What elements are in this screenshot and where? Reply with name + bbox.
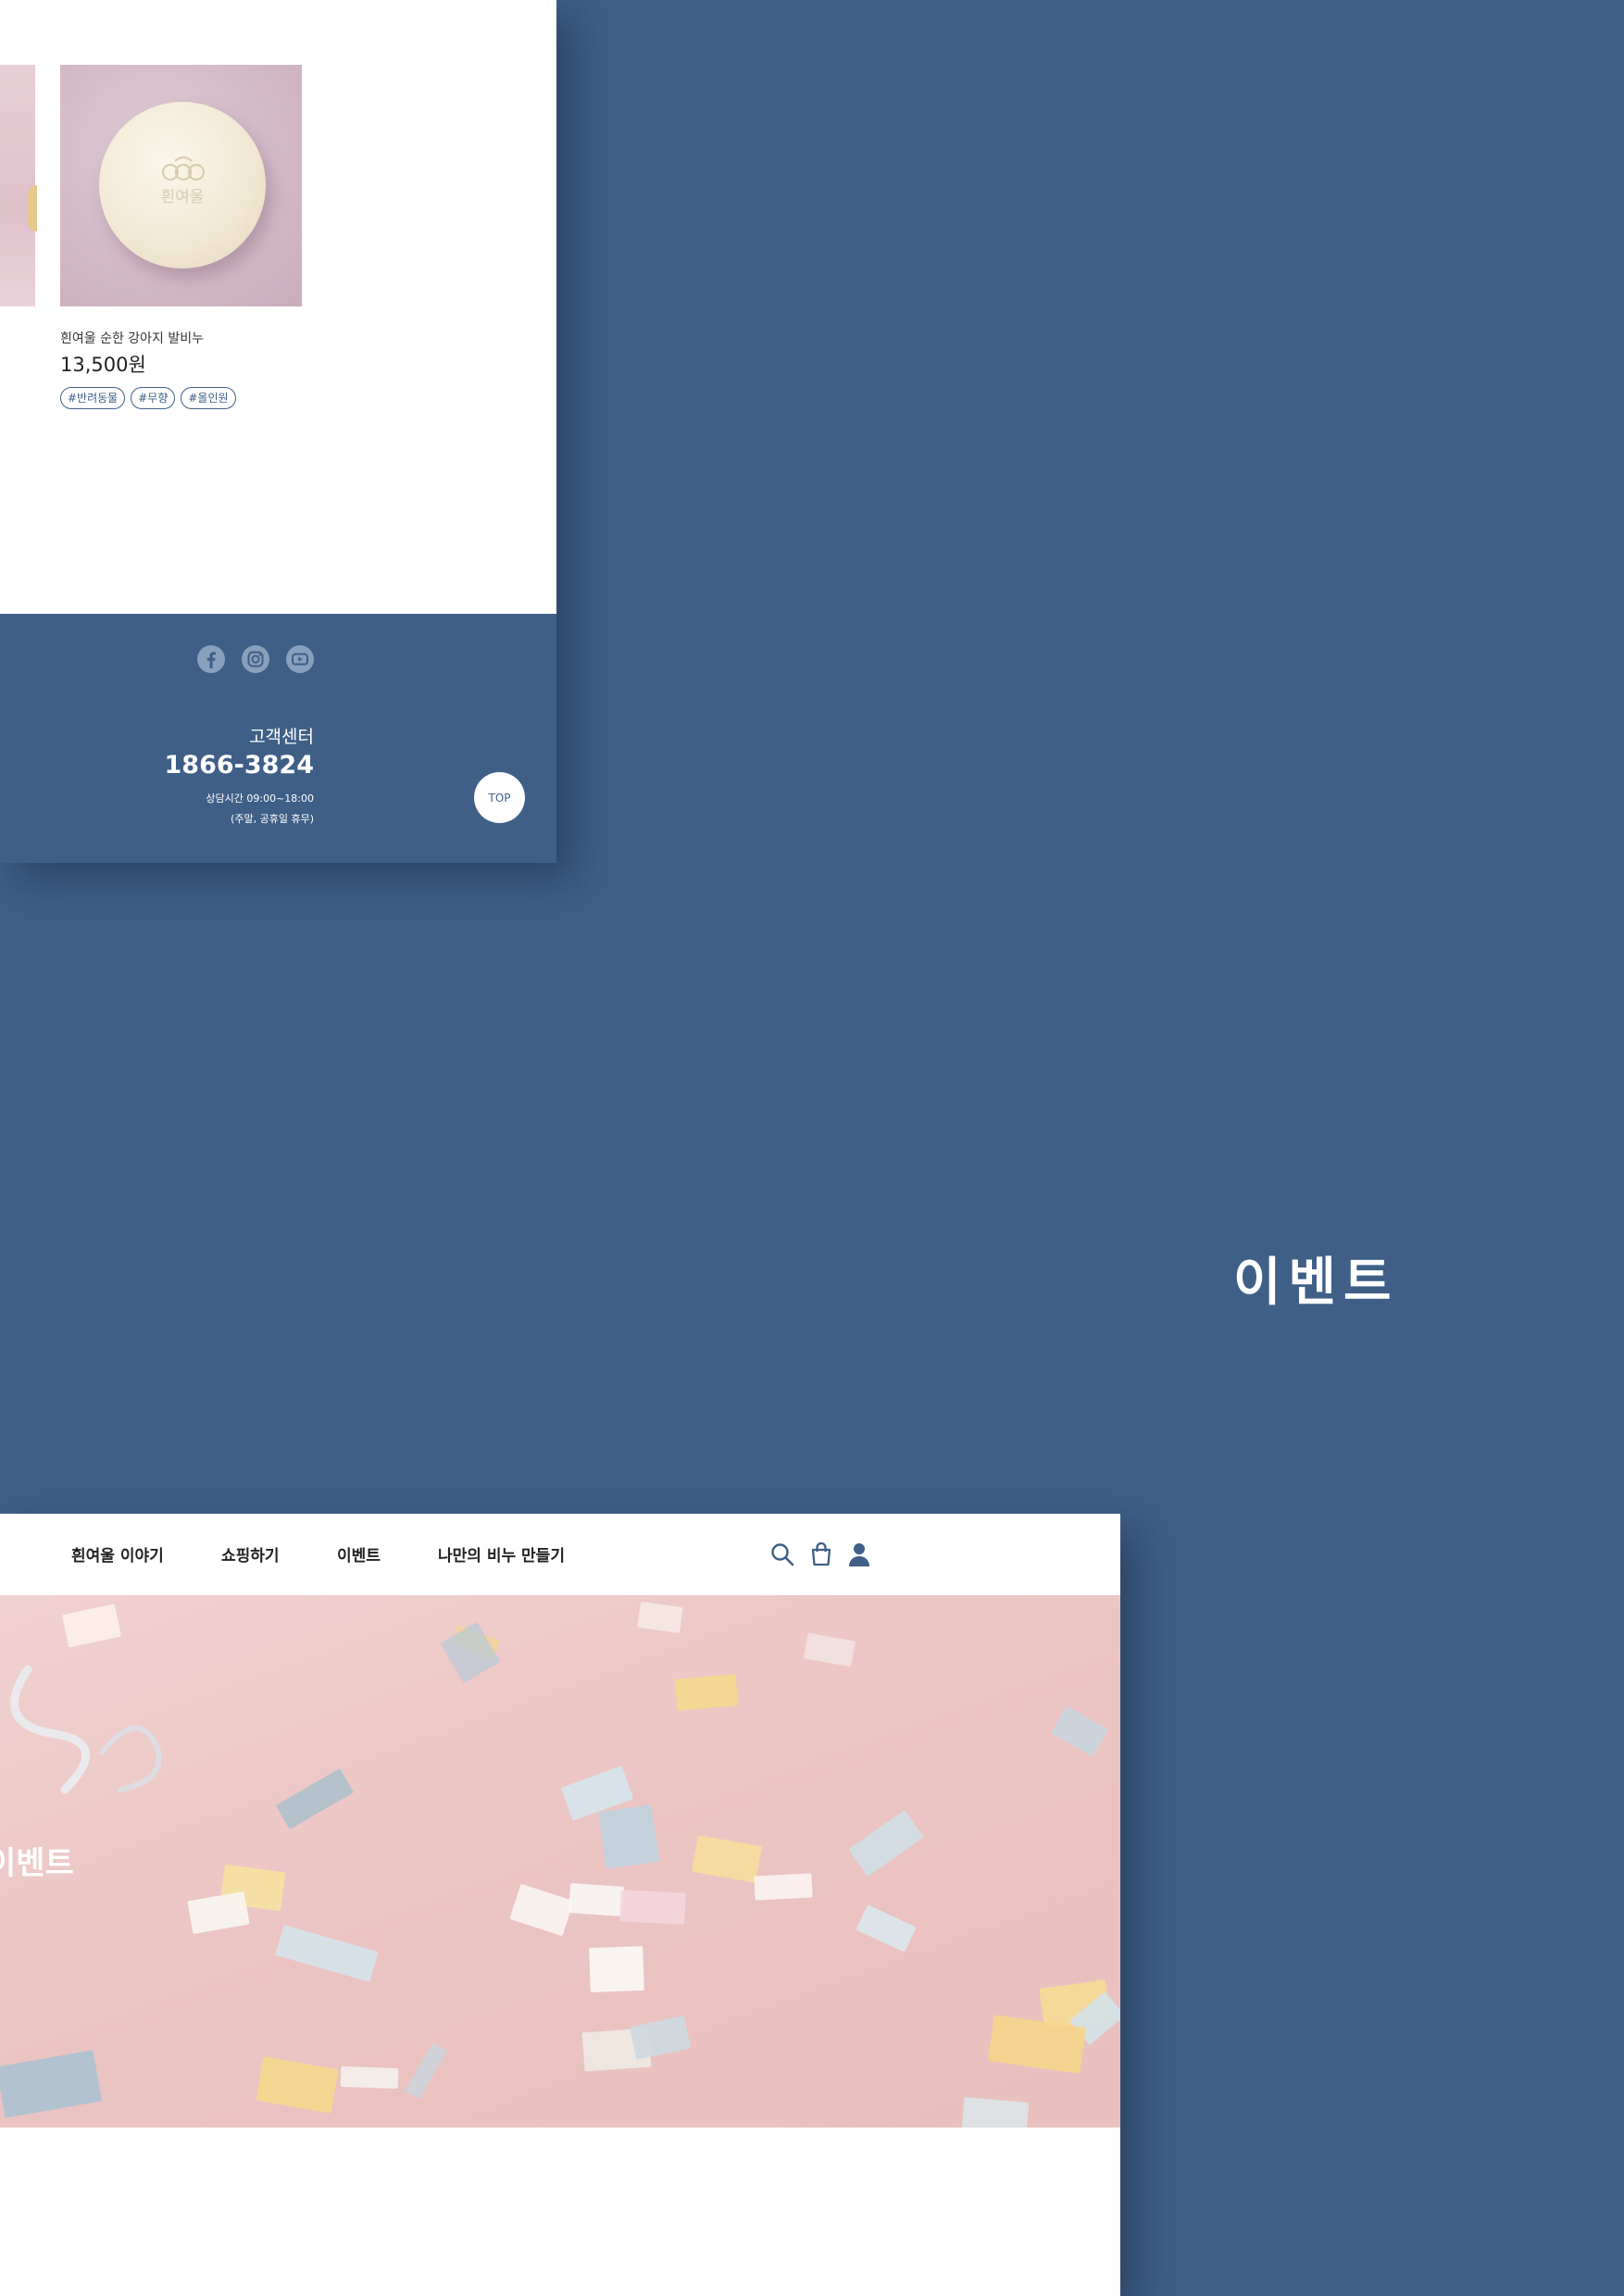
product-tags: #반려동물 #무향 #올인원 (60, 387, 236, 409)
confetti (1050, 1705, 1109, 1757)
confetti (275, 1768, 355, 1829)
confetti (405, 2042, 447, 2100)
confetti (856, 1904, 917, 1953)
user-icon[interactable] (845, 1541, 873, 1568)
confetti (692, 1835, 762, 1883)
youtube-icon[interactable] (285, 644, 315, 674)
confetti (568, 1883, 625, 1916)
nav-item-story[interactable]: 흰여울 이야기 (71, 1542, 164, 1566)
main-nav: 흰여울 이야기 쇼핑하기 이벤트 나만의 비누 만들기 (0, 1514, 1120, 1595)
confetti (803, 1632, 856, 1667)
search-icon[interactable] (768, 1541, 796, 1568)
previous-product-thumbnail[interactable] (0, 65, 37, 306)
customer-center-label: 고객센터 (249, 727, 314, 747)
confetti (440, 1621, 501, 1684)
tag-pet[interactable]: #반려동물 (60, 387, 126, 409)
product-price: 13,500원 (60, 354, 146, 376)
scroll-top-button[interactable]: TOP (474, 772, 525, 823)
ribbon-decoration (9, 1665, 162, 1794)
brand-stamp-logo: 흰여울 (161, 156, 206, 206)
hero-title: 이벤트 (0, 1845, 74, 1882)
confetti (961, 2097, 1030, 2128)
facebook-icon[interactable] (196, 644, 226, 674)
confetti (340, 2065, 399, 2090)
instagram-icon[interactable] (241, 644, 270, 674)
product-page-card: 흰여울 흰여울 순한 강아지 발비누 13,500원 #반려동물 #무향 #올인… (0, 0, 556, 863)
tag-unscented[interactable]: #무향 (131, 387, 176, 409)
soap-image: 흰여울 (99, 102, 266, 268)
product-thumbnail[interactable]: 흰여울 (60, 65, 302, 306)
customer-center-phone[interactable]: 1866-3824 (165, 751, 315, 780)
nav-item-event[interactable]: 이벤트 (337, 1542, 381, 1566)
product-list: 흰여울 흰여울 순한 강아지 발비누 13,500원 #반려동물 #무향 #올인… (0, 0, 556, 614)
customer-center-holiday: (주말, 공휴일 휴무) (231, 813, 314, 825)
footer: 고객센터 1866-3824 상담시간 09:00~18:00 (주말, 공휴일… (0, 614, 556, 863)
confetti (629, 2015, 692, 2060)
confetti (509, 1883, 574, 1937)
svg-text:흰여울: 흰여울 (161, 188, 205, 206)
confetti (637, 1601, 683, 1634)
event-page-card: 흰여울 이야기 쇼핑하기 이벤트 나만의 비누 만들기 이벤트 (0, 1514, 1120, 2296)
confetti (589, 1946, 644, 1992)
confetti (0, 2050, 103, 2118)
section-title: 이벤트 (1233, 1253, 1399, 1313)
nav-item-make-soap[interactable]: 나만의 비누 만들기 (438, 1542, 565, 1566)
confetti (597, 1804, 660, 1869)
confetti (674, 1674, 739, 1711)
confetti (619, 1890, 686, 1925)
social-links (196, 644, 315, 674)
customer-center-hours: 상담시간 09:00~18:00 (206, 792, 314, 805)
soap-edge (28, 185, 37, 231)
confetti (256, 2056, 339, 2114)
confetti (187, 1890, 250, 1935)
confetti (275, 1925, 379, 1982)
product-name[interactable]: 흰여울 순한 강아지 발비누 (60, 329, 204, 347)
confetti (848, 1810, 924, 1877)
nav-item-shopping[interactable]: 쇼핑하기 (221, 1542, 280, 1566)
shopping-bag-icon[interactable] (807, 1541, 835, 1568)
event-hero-banner: 이벤트 - (0, 1595, 1120, 2128)
tag-all-in-one[interactable]: #올인원 (181, 387, 236, 409)
confetti (754, 1873, 813, 1901)
